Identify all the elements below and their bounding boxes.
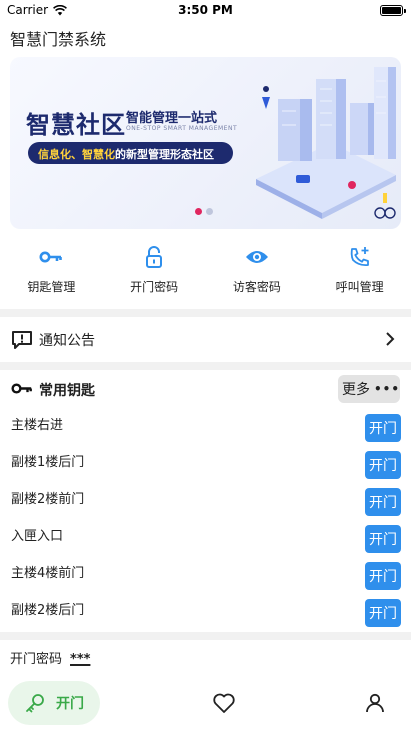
common-keys-header: 常用钥匙 更多 •••	[0, 375, 411, 403]
key-name: 副楼2楼后门	[11, 603, 85, 618]
carousel-dot[interactable]	[206, 208, 213, 215]
list-item: 入匣入口 开门	[0, 519, 411, 555]
open-password-label: 开门密码	[10, 652, 63, 667]
section-divider	[0, 362, 411, 370]
carousel-dot-active[interactable]	[195, 208, 202, 215]
tab-bar: 开门	[0, 680, 411, 726]
feature-call-management[interactable]: 呼叫管理	[308, 244, 411, 300]
banner-slogan: 信息化、智慧化的新型管理形态社区	[38, 146, 214, 162]
key-icon	[37, 244, 65, 270]
smart-city-illustration	[256, 67, 396, 219]
tab-open-door-label: 开门	[56, 696, 84, 712]
banner-slogan-highlight: 信息化、智慧化	[38, 148, 115, 161]
open-door-button[interactable]: 开门	[365, 414, 401, 442]
banner[interactable]: 智慧社区 智能管理一站式 ONE-STOP SMART MANAGEMENT 信…	[10, 57, 401, 229]
open-door-button[interactable]: 开门	[365, 562, 401, 590]
feature-visitor-password[interactable]: 访客密码	[206, 244, 309, 300]
banner-english-tagline: ONE-STOP SMART MANAGEMENT	[126, 125, 238, 132]
chevron-right-icon	[386, 332, 395, 346]
open-door-button[interactable]: 开门	[365, 451, 401, 479]
feature-label: 钥匙管理	[27, 280, 76, 294]
more-dots-icon: •••	[373, 382, 400, 396]
open-password-row[interactable]: 开门密码 ***	[10, 648, 90, 667]
feature-label: 访客密码	[232, 280, 281, 294]
feature-label: 呼叫管理	[335, 280, 384, 294]
notice-row[interactable]: 通知公告	[0, 320, 411, 360]
key-icon	[26, 694, 44, 713]
key-name: 副楼2楼前门	[11, 492, 85, 507]
heart-icon[interactable]	[212, 692, 236, 714]
list-item: 副楼2楼前门 开门	[0, 482, 411, 518]
user-icon[interactable]	[364, 692, 386, 714]
key-name: 副楼1楼后门	[11, 455, 85, 470]
notice-icon	[12, 331, 32, 349]
common-keys-title: 常用钥匙	[39, 383, 95, 399]
open-door-button[interactable]: 开门	[365, 488, 401, 516]
unlock-icon	[140, 244, 168, 270]
section-divider	[0, 309, 411, 317]
key-name: 主楼右进	[11, 418, 64, 433]
feature-shortcuts: 钥匙管理 开门密码 访客密码 呼叫管理	[0, 244, 411, 300]
key-name: 主楼4楼前门	[11, 566, 85, 581]
feature-key-management[interactable]: 钥匙管理	[0, 244, 103, 300]
page-title: 智慧门禁系统	[10, 30, 107, 49]
battery-icon	[380, 5, 406, 16]
banner-slogan-rest: 的新型管理形态社区	[115, 148, 214, 161]
eye-icon	[243, 244, 271, 270]
key-icon	[11, 383, 32, 394]
open-password-value: ***	[70, 652, 91, 667]
notice-label: 通知公告	[39, 333, 95, 349]
status-bar: Carrier 3:50 PM	[0, 0, 411, 22]
phone-add-icon	[346, 244, 374, 270]
key-name: 入匣入口	[11, 529, 64, 544]
open-door-button[interactable]: 开门	[365, 599, 401, 627]
banner-subheadline: 智能管理一站式	[126, 111, 218, 126]
feature-label: 开门密码	[130, 280, 179, 294]
more-label: 更多	[342, 382, 370, 398]
list-item: 副楼1楼后门 开门	[0, 445, 411, 481]
banner-slogan-pill: 信息化、智慧化的新型管理形态社区	[28, 142, 233, 164]
open-door-button[interactable]: 开门	[365, 525, 401, 553]
banner-headline: 智慧社区	[26, 111, 126, 139]
section-divider	[0, 632, 411, 640]
list-item: 主楼右进 开门	[0, 408, 411, 444]
tab-open-door[interactable]: 开门	[8, 681, 100, 725]
more-button[interactable]: 更多 •••	[338, 375, 400, 403]
feature-open-password[interactable]: 开门密码	[103, 244, 206, 300]
list-item: 主楼4楼前门 开门	[0, 556, 411, 592]
clock: 3:50 PM	[178, 3, 233, 17]
list-item: 副楼2楼后门 开门	[0, 593, 411, 629]
